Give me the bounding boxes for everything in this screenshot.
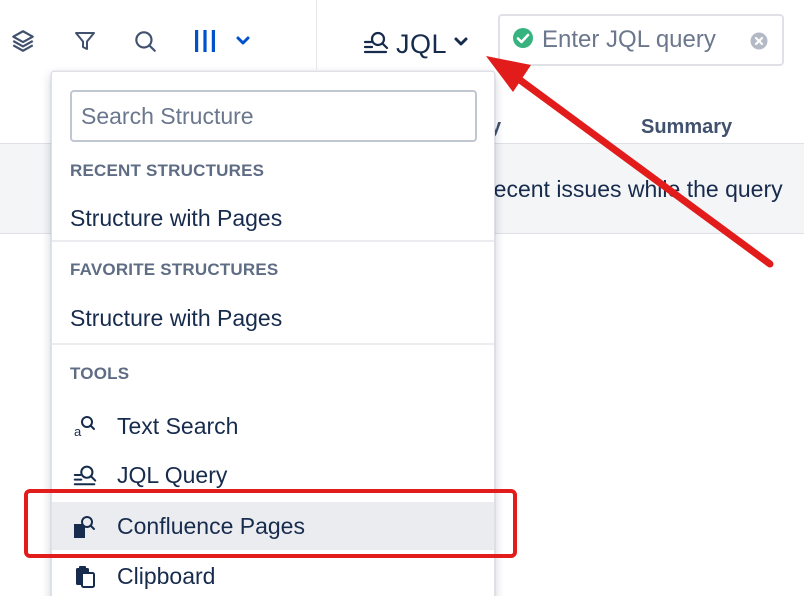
annotation-arrow	[486, 56, 774, 268]
